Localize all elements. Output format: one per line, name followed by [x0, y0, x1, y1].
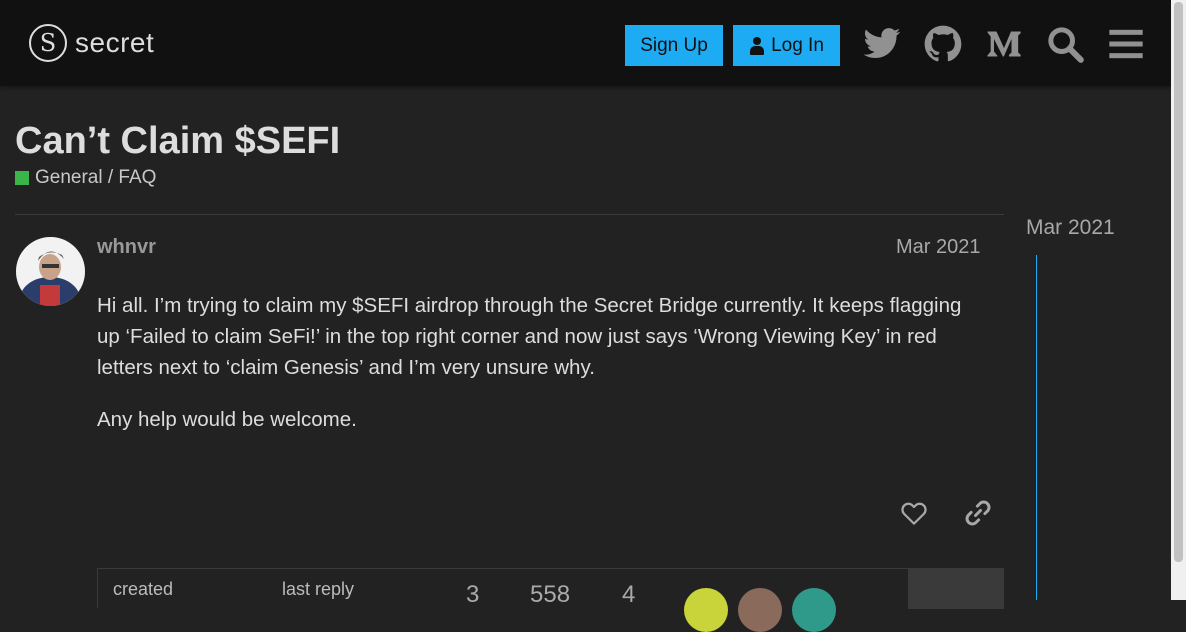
post-body: Hi all. I’m trying to claim my $SEFI air…: [97, 290, 977, 456]
category-link[interactable]: General / FAQ: [15, 167, 156, 189]
twitter-icon[interactable]: [862, 24, 902, 64]
participant-avatar[interactable]: [684, 588, 728, 632]
secret-logo-icon: S: [29, 24, 67, 62]
expand-topic-map-button[interactable]: [908, 569, 1004, 609]
log-in-label: Log In: [771, 34, 824, 56]
category-name: General / FAQ: [35, 167, 157, 188]
search-icon[interactable]: [1045, 24, 1085, 64]
topic-title: Can’t Claim $SEFI: [15, 120, 341, 162]
users-count: 4: [622, 581, 636, 608]
github-icon[interactable]: [923, 24, 963, 64]
logo-text: secret: [75, 27, 155, 58]
timeline-date[interactable]: Mar 2021: [1026, 216, 1115, 240]
user-avatar[interactable]: [16, 237, 85, 306]
medium-icon[interactable]: [984, 24, 1024, 64]
scrollbar-thumb[interactable]: [1174, 2, 1183, 562]
last-reply-label: last reply: [282, 579, 355, 599]
log-in-button[interactable]: Log In: [733, 25, 840, 66]
category-color-badge: [15, 171, 29, 185]
post-username[interactable]: whnvr: [97, 236, 156, 259]
user-icon: [749, 36, 765, 55]
title-divider: [15, 214, 1004, 215]
sign-up-button[interactable]: Sign Up: [625, 25, 723, 66]
created-label: created: [113, 579, 174, 599]
participant-avatar[interactable]: [738, 588, 782, 632]
participant-avatar[interactable]: [792, 588, 836, 632]
replies-count: 3: [466, 581, 480, 608]
timeline-scrollbar[interactable]: [1036, 255, 1037, 600]
views-count: 558: [530, 581, 571, 608]
site-logo[interactable]: S secret: [29, 24, 154, 62]
site-header: S secret Sign Up Log In: [0, 0, 1171, 86]
topic-map: created last reply 3 558 4: [97, 568, 1004, 632]
post-paragraph: Any help would be welcome.: [97, 408, 357, 431]
hamburger-menu-icon[interactable]: [1106, 24, 1146, 64]
post-date[interactable]: Mar 2021: [896, 236, 981, 259]
post-paragraph: Hi all. I’m trying to claim my $SEFI air…: [97, 294, 962, 379]
link-icon[interactable]: [963, 498, 993, 528]
heart-icon[interactable]: [899, 498, 929, 528]
page-scrollbar[interactable]: [1171, 0, 1186, 600]
